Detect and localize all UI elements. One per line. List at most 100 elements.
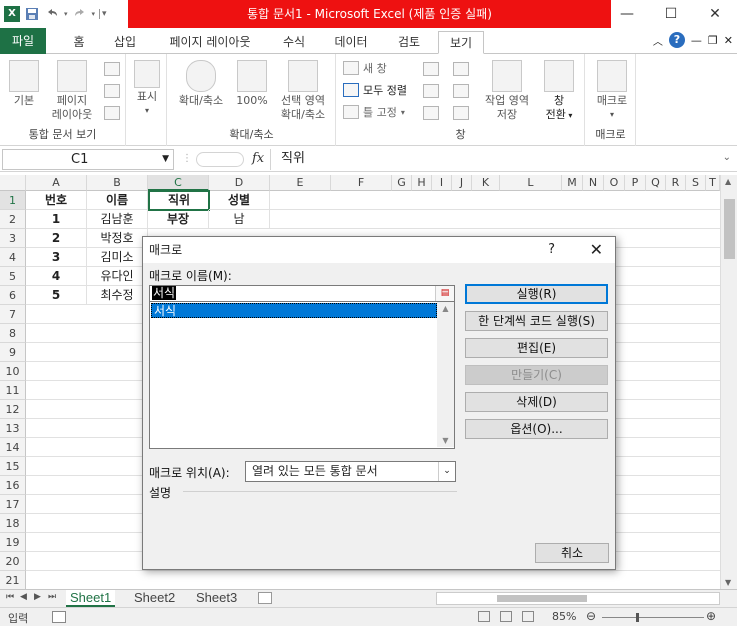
- column-header-s[interactable]: S: [686, 175, 706, 191]
- row-header[interactable]: 16: [0, 476, 26, 495]
- workbook-close-icon[interactable]: ✕: [724, 34, 733, 47]
- list-scroll-down-icon[interactable]: ▼: [437, 436, 454, 445]
- view-side-by-side-icon[interactable]: [453, 62, 469, 76]
- custom-views-icon[interactable]: [104, 84, 120, 98]
- cell-a4[interactable]: 3: [26, 248, 87, 267]
- tab-page-layout[interactable]: 페이지 레이아웃: [156, 31, 264, 54]
- select-all-corner[interactable]: [0, 175, 26, 191]
- options-button[interactable]: 옵션(O)...: [465, 419, 608, 439]
- row-header[interactable]: 10: [0, 362, 26, 381]
- cell-a5[interactable]: 4: [26, 267, 87, 286]
- column-header-r[interactable]: R: [666, 175, 686, 191]
- next-sheet-icon[interactable]: ▶: [34, 592, 41, 602]
- cell-d1[interactable]: 성별: [209, 191, 270, 210]
- column-header-a[interactable]: A: [26, 175, 87, 191]
- customize-qat-icon[interactable]: ▾: [99, 9, 107, 19]
- column-header-e[interactable]: E: [270, 175, 331, 191]
- cell-b5[interactable]: 유다인: [87, 267, 148, 286]
- column-header-l[interactable]: L: [500, 175, 562, 191]
- macro-record-icon[interactable]: [52, 611, 66, 623]
- row-header[interactable]: 12: [0, 400, 26, 419]
- name-box[interactable]: C1 ▼: [2, 149, 174, 170]
- maximize-button[interactable]: ☐: [649, 0, 693, 28]
- horizontal-scrollbar[interactable]: [436, 592, 720, 605]
- zoom-slider[interactable]: [602, 613, 704, 622]
- row-header[interactable]: 13: [0, 419, 26, 438]
- minimize-button[interactable]: —: [605, 0, 649, 28]
- column-header-d[interactable]: D: [209, 175, 270, 191]
- workbook-restore-icon[interactable]: ❐: [708, 34, 718, 47]
- tab-review[interactable]: 검토: [388, 31, 430, 54]
- zoom-out-icon[interactable]: ⊖: [586, 609, 596, 623]
- dialog-help-button[interactable]: ?: [548, 237, 555, 263]
- column-header-h[interactable]: H: [412, 175, 432, 191]
- column-header-t[interactable]: T: [706, 175, 720, 191]
- cell-c1[interactable]: 직위: [148, 190, 210, 211]
- sync-scroll-icon[interactable]: [453, 84, 469, 98]
- location-dropdown-icon[interactable]: ⌄: [438, 462, 455, 481]
- delete-button[interactable]: 삭제(D): [465, 392, 608, 412]
- tab-home[interactable]: 홈: [62, 31, 96, 54]
- normal-view-status-icon[interactable]: [478, 611, 490, 622]
- sheet-tab-sheet2[interactable]: Sheet2: [134, 590, 175, 607]
- zoom-100-button[interactable]: 100%: [234, 60, 270, 108]
- full-screen-icon[interactable]: [104, 106, 120, 120]
- column-header-j[interactable]: J: [452, 175, 472, 191]
- unhide-icon[interactable]: [423, 106, 439, 120]
- row-header[interactable]: 8: [0, 324, 26, 343]
- zoom-level[interactable]: 85%: [552, 610, 576, 623]
- row-header[interactable]: 2: [0, 210, 26, 229]
- row-header[interactable]: 19: [0, 533, 26, 552]
- row-header[interactable]: 18: [0, 514, 26, 533]
- reset-window-icon[interactable]: [453, 106, 469, 120]
- split-icon[interactable]: [423, 62, 439, 76]
- collapse-dialog-icon[interactable]: ▤: [435, 286, 454, 301]
- switch-windows-button[interactable]: 창 전환 ▾: [537, 60, 581, 123]
- tab-formulas[interactable]: 수식: [274, 31, 314, 54]
- page-break-preview-icon[interactable]: [104, 62, 120, 76]
- undo-icon[interactable]: [44, 6, 60, 22]
- page-layout-status-icon[interactable]: [500, 611, 512, 622]
- cell-a6[interactable]: 5: [26, 286, 87, 305]
- sheet-tab-sheet1[interactable]: Sheet1: [66, 590, 116, 607]
- cell-a2[interactable]: 1: [26, 210, 87, 229]
- insert-function-icon[interactable]: fx: [252, 151, 264, 166]
- row-header[interactable]: 1: [0, 191, 26, 210]
- hide-icon[interactable]: [423, 84, 439, 98]
- column-header-q[interactable]: Q: [646, 175, 666, 191]
- help-icon[interactable]: ?: [668, 32, 685, 48]
- formula-input[interactable]: 직위: [270, 149, 718, 170]
- column-header-c[interactable]: C: [148, 175, 209, 191]
- cancel-button[interactable]: 취소: [535, 543, 609, 563]
- column-header-b[interactable]: B: [87, 175, 148, 191]
- undo-dropdown-icon[interactable]: ▾: [64, 10, 68, 18]
- vertical-scroll-thumb[interactable]: [724, 199, 735, 259]
- tab-data[interactable]: 데이터: [324, 31, 378, 54]
- create-button[interactable]: 만들기(C): [465, 365, 608, 385]
- page-layout-view-button[interactable]: 페이지 레이아웃: [46, 60, 98, 122]
- freeze-panes-button[interactable]: 틀 고정 ▾: [343, 104, 405, 120]
- row-header[interactable]: 11: [0, 381, 26, 400]
- macro-list-scrollbar[interactable]: ▲ ▼: [437, 302, 454, 447]
- sheet-tab-sheet3[interactable]: Sheet3: [196, 590, 237, 607]
- row-header[interactable]: 3: [0, 229, 26, 248]
- macro-name-input[interactable]: 서식: [149, 285, 455, 302]
- cell-b6[interactable]: 최수정: [87, 286, 148, 305]
- page-break-status-icon[interactable]: [522, 611, 534, 622]
- save-icon[interactable]: [24, 6, 40, 22]
- run-button[interactable]: 실행(R): [465, 284, 608, 304]
- close-window-button[interactable]: ✕: [693, 0, 737, 28]
- scroll-up-icon[interactable]: ▲: [725, 177, 731, 186]
- new-window-button[interactable]: 새 창: [343, 60, 387, 76]
- save-workspace-button[interactable]: 작업 영역 저장: [479, 60, 535, 122]
- workbook-minimize-icon[interactable]: —: [691, 34, 702, 47]
- horizontal-scroll-thumb[interactable]: [497, 595, 587, 602]
- scroll-down-icon[interactable]: ▼: [725, 578, 731, 587]
- cell-b1[interactable]: 이름: [87, 191, 148, 210]
- row-header[interactable]: 4: [0, 248, 26, 267]
- row-header[interactable]: 20: [0, 552, 26, 571]
- show-button[interactable]: 표시 ▾: [131, 60, 163, 118]
- column-header-n[interactable]: N: [583, 175, 604, 191]
- cell-c2[interactable]: 부장: [148, 210, 209, 229]
- cell-b3[interactable]: 박정호: [87, 229, 148, 248]
